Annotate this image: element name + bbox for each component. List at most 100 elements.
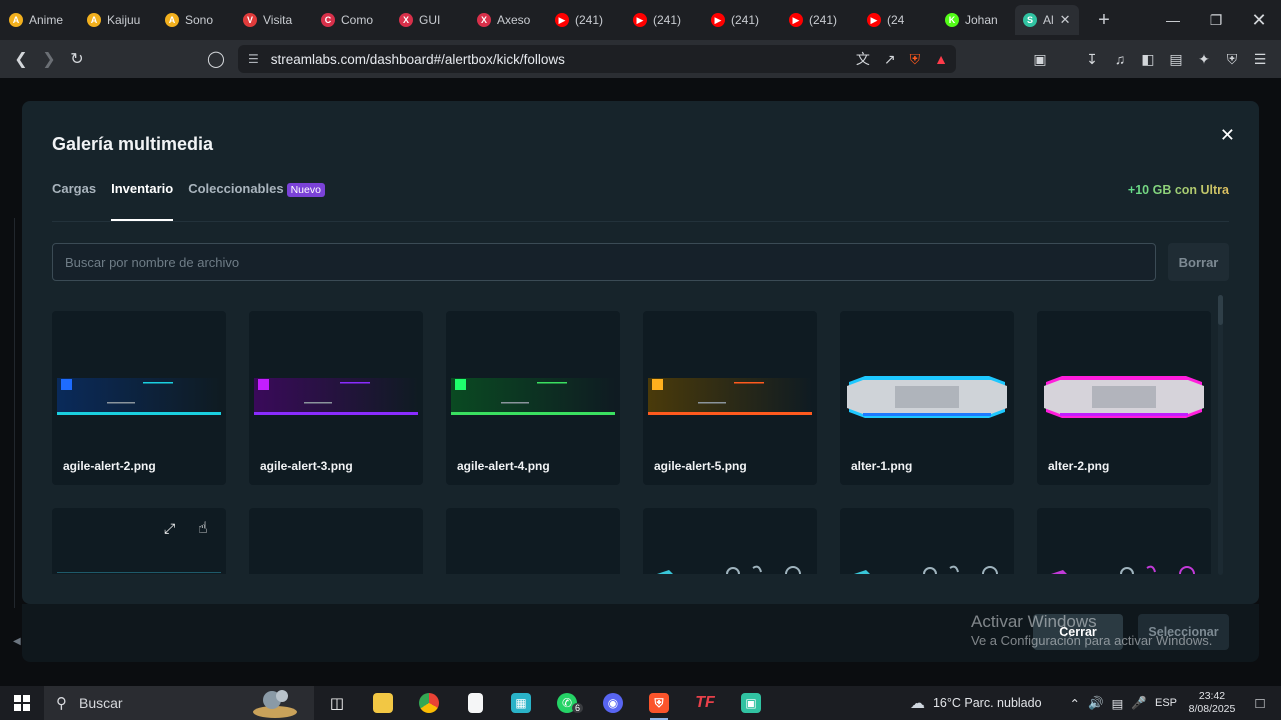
url-bar[interactable]: ☰ streamlabs.com/dashboard#/alertbox/kic… [238, 45, 956, 73]
brave-shield-icon[interactable]: ⛨ [910, 51, 921, 68]
browser-tab[interactable]: X GUI [391, 5, 468, 35]
menu-icon[interactable]: ☰ [1251, 51, 1269, 68]
close-tab-icon[interactable]: ✕ [1060, 12, 1071, 28]
vpn-icon[interactable]: ⛨ [1223, 51, 1241, 68]
chrome-button[interactable] [406, 686, 452, 720]
tab-favicon-icon: X [477, 13, 491, 27]
ultra-storage-link[interactable]: +10 GB con Ultra [1128, 183, 1229, 197]
system-tray: ☁ 16°C Parc. nublado ⌃ 🔊 ▤ 🎤 ESP 23:42 8… [910, 686, 1281, 720]
windows-taskbar: ⚲ Buscar ◫ ▦ ✆ 6 ◉ ⛨ TF ▣ ☁ 16°C Parc. n… [0, 686, 1281, 720]
scroll-thumb[interactable] [1218, 295, 1223, 325]
search-highlight-icon [253, 690, 297, 718]
volume-icon[interactable]: 🔊 [1088, 696, 1104, 711]
screenshot-icon[interactable]: ▣ [1031, 51, 1049, 68]
tab-cargas[interactable]: Cargas [52, 181, 96, 221]
notepad-button[interactable] [452, 686, 498, 720]
new-tab-button[interactable]: + [1089, 5, 1119, 35]
sidebar-icon[interactable]: ◧ [1139, 51, 1157, 68]
app-button[interactable]: ▦ [498, 686, 544, 720]
tab-label: Kaijuu [107, 13, 141, 27]
expand-icon[interactable]: ⤢ [164, 520, 175, 537]
grid-scrollbar[interactable] [1218, 295, 1223, 575]
translate-icon[interactable]: 文 [856, 49, 870, 69]
file-explorer-button[interactable] [360, 686, 406, 720]
document-icon [467, 693, 483, 713]
tab-inventario[interactable]: Inventario [111, 181, 174, 221]
media-item[interactable]: alter-1.png [840, 311, 1014, 485]
browser-tab[interactable]: ▶ (241) [625, 5, 702, 35]
tf-app-button[interactable]: TF [682, 686, 728, 720]
chevron-up-icon[interactable]: ⌃ [1070, 696, 1080, 711]
language-indicator[interactable]: ESP [1155, 697, 1177, 709]
search-input[interactable] [52, 243, 1156, 281]
media-item[interactable]: alter-2.png [1037, 311, 1211, 485]
share-icon[interactable]: ↗ [884, 51, 896, 68]
media-item[interactable]: agile-alert-2.png [52, 311, 226, 485]
media-icon[interactable]: ♫ [1111, 51, 1129, 67]
leo-ai-icon[interactable]: ✦ [1195, 51, 1213, 68]
tab-label: (241) [731, 13, 760, 27]
media-item[interactable] [249, 508, 423, 574]
bookmark-icon[interactable]: ◯ [202, 45, 230, 73]
restore-icon[interactable]: ❐ [1194, 0, 1238, 40]
media-item[interactable]: agile-alert-3.png [249, 311, 423, 485]
browser-tab[interactable]: A Kaijuu [79, 5, 156, 35]
media-filename: agile-alert-5.png [654, 459, 747, 473]
media-item[interactable] [1037, 508, 1211, 574]
weather-text[interactable]: 16°C Parc. nublado [933, 696, 1042, 710]
search-label: Buscar [79, 695, 123, 711]
taskbar-search[interactable]: ⚲ Buscar [44, 686, 314, 720]
tab-favicon-icon: ▶ [633, 13, 647, 27]
notifications-icon[interactable]: □ [1247, 695, 1273, 712]
browser-tab[interactable]: ▶ (241) [703, 5, 780, 35]
browser-tab[interactable]: ▶ (24 [859, 5, 936, 35]
watermark-title: Activar Windows [971, 612, 1097, 631]
weather-icon: ☁ [909, 695, 925, 712]
browser-tab[interactable]: K Johan [937, 5, 1014, 35]
media-item[interactable]: agile-alert-4.png [446, 311, 620, 485]
browser-tab[interactable]: S Al ✕ [1015, 5, 1079, 35]
task-view-button[interactable]: ◫ [314, 686, 360, 720]
back-icon[interactable]: ❮ [7, 45, 35, 73]
download-icon[interactable]: ↧ [1083, 51, 1101, 68]
media-item[interactable]: ⤢ ☝ [52, 508, 226, 574]
media-item[interactable] [840, 508, 1014, 574]
tab-favicon-icon: C [321, 13, 335, 27]
reload-icon[interactable]: ↻ [63, 45, 91, 73]
browser-tab[interactable]: C Como [313, 5, 390, 35]
browser-tab[interactable]: X Axeso [469, 5, 546, 35]
wallet-icon[interactable]: ▤ [1167, 51, 1185, 68]
streamlabs-button[interactable]: ▣ [728, 686, 774, 720]
whatsapp-button[interactable]: ✆ 6 [544, 686, 590, 720]
clear-button[interactable]: Borrar [1168, 243, 1229, 281]
discord-button[interactable]: ◉ [590, 686, 636, 720]
close-icon[interactable]: ✕ [1220, 125, 1235, 146]
browser-tab[interactable]: A Sono [157, 5, 234, 35]
media-item[interactable]: agile-alert-5.png [643, 311, 817, 485]
start-button[interactable] [0, 686, 44, 720]
browser-tab[interactable]: ▶ (241) [547, 5, 624, 35]
media-thumbnail [57, 378, 221, 415]
collapse-arrow-icon[interactable]: ◀ [13, 636, 21, 647]
browser-tab[interactable]: ▶ (241) [781, 5, 858, 35]
task-view-icon: ◫ [329, 695, 345, 712]
media-item[interactable] [446, 508, 620, 574]
close-window-icon[interactable]: ✕ [1237, 0, 1281, 40]
tab-label: Visita [263, 13, 293, 27]
network-icon[interactable]: ▤ [1112, 696, 1124, 711]
streamlabs-icon: ▣ [741, 693, 761, 713]
tab-favicon-icon: ▶ [711, 13, 725, 27]
browser-tab[interactable]: V Visita [235, 5, 312, 35]
forward-icon[interactable]: ❯ [35, 45, 63, 73]
brave-button[interactable]: ⛨ [636, 686, 682, 720]
site-settings-icon[interactable]: ☰ [248, 52, 259, 66]
media-filename: agile-alert-2.png [63, 459, 156, 473]
microphone-icon[interactable]: 🎤 [1131, 696, 1147, 711]
clock[interactable]: 23:42 8/08/2025 [1185, 690, 1239, 716]
browser-tab[interactable]: A Anime [1, 5, 78, 35]
minimize-icon[interactable]: — [1151, 0, 1195, 40]
tab-coleccionables[interactable]: Coleccionables Nuevo [188, 181, 325, 221]
media-item[interactable] [643, 508, 817, 574]
brave-rewards-icon[interactable]: ▲ [934, 51, 948, 67]
tab-label: Anime [29, 13, 64, 27]
